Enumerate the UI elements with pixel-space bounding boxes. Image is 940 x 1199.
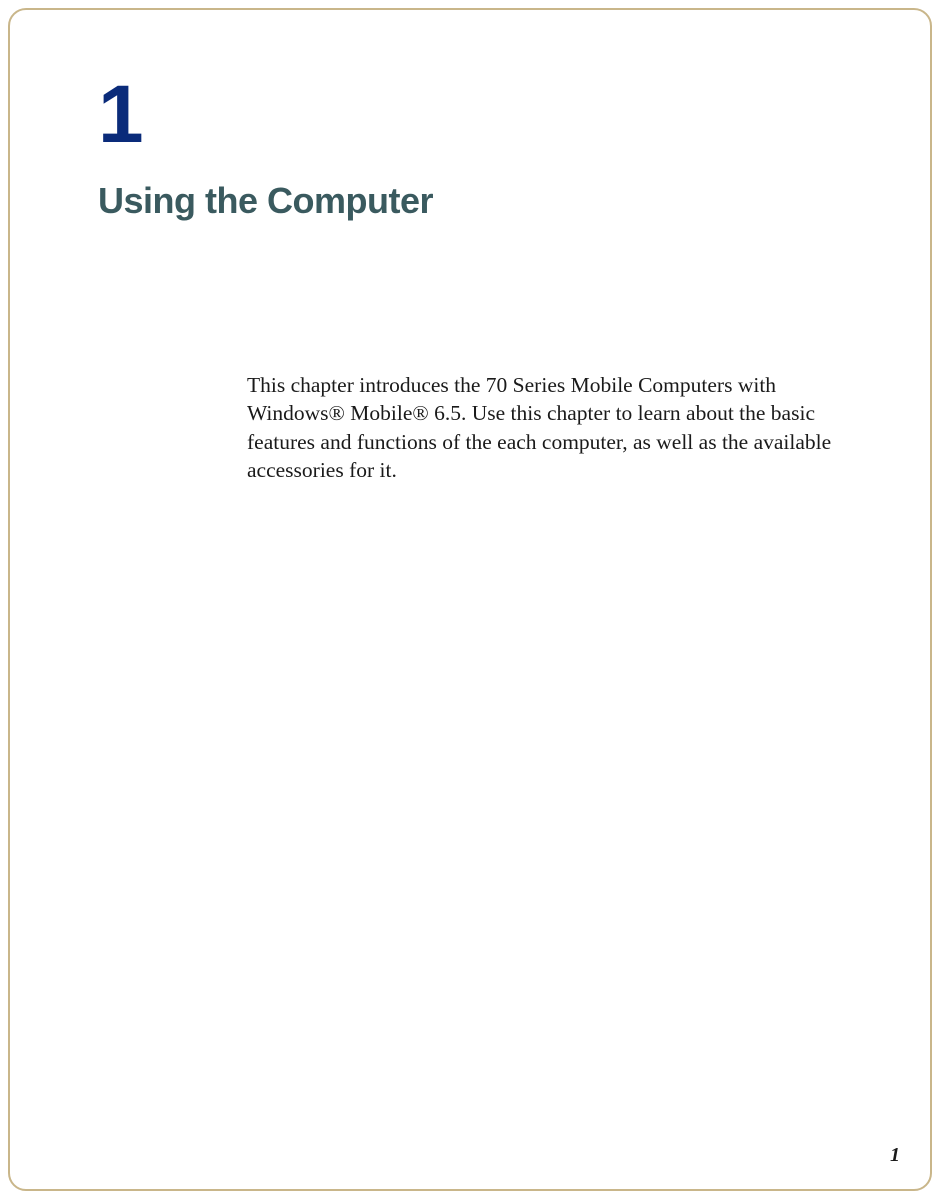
page-number: 1 — [890, 1144, 900, 1167]
chapter-number: 1 — [98, 74, 144, 156]
chapter-intro-paragraph: This chapter introduces the 70 Series Mo… — [247, 371, 839, 485]
chapter-title: Using the Computer — [98, 180, 433, 222]
